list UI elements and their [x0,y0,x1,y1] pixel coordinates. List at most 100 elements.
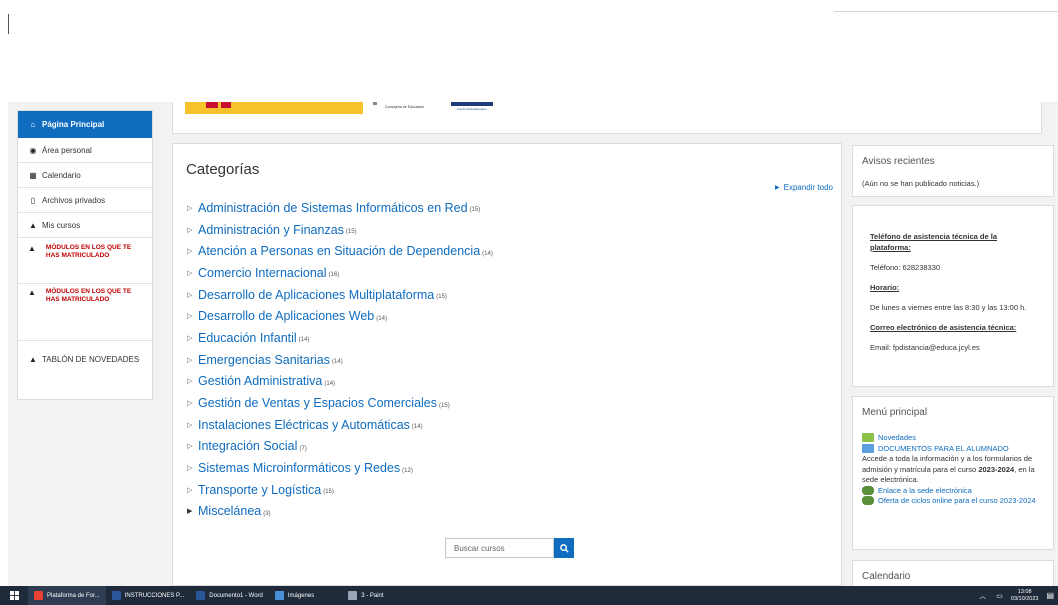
search-icon [559,543,569,553]
calendar-icon: ▦ [29,170,37,180]
network-icon[interactable]: ▭ [996,592,1003,600]
caret-right-icon[interactable]: ▷ [187,269,193,277]
caret-right-icon[interactable]: ▶ [187,507,193,515]
phone-heading: Teléfono de asistencia técnica de la pla… [870,232,997,252]
caret-right-icon[interactable]: ▷ [187,356,193,364]
category-link[interactable]: Administración de Sistemas Informáticos … [198,201,468,215]
sidebar-item-private-files[interactable]: ▯ Archivos privados [18,188,152,213]
category-link[interactable]: Comercio Internacional [198,266,327,280]
caret-right-icon[interactable]: ▷ [187,421,193,429]
app-icon [348,591,358,600]
taskbar-app[interactable]: 3 - Paint [342,586,389,605]
caret-right-icon[interactable]: ▷ [187,334,193,342]
sidebar-item-dashboard[interactable]: ◉ Área personal [18,138,152,163]
category-link[interactable]: Educación Infantil [198,331,297,345]
app-label: Documento1 - Word [209,592,263,599]
chevron-up-icon[interactable]: ︿ [979,591,986,601]
oferta-link[interactable]: Oferta de ciclos online para el curso 20… [878,496,1036,507]
category-link[interactable]: Transporte y Logística [198,483,321,497]
documentos-link[interactable]: DOCUMENTOS PARA EL ALUMNADO [878,444,1009,455]
home-icon: ⌂ [30,120,36,129]
sidebar-item-my-courses[interactable]: ▲ Mis cursos [18,213,152,238]
caret-right-icon[interactable]: ▷ [187,464,193,472]
spain-flag-icon [206,102,218,108]
sidebar-item-home[interactable]: ⌂ Página Principal [18,111,152,138]
sidebar-item-label: Área personal [42,145,92,155]
clock-time: 13:08 [1017,588,1032,595]
caret-right-icon[interactable]: ▷ [187,486,193,494]
windows-icon [9,591,19,600]
category-item[interactable]: ▷ Gestión de Ventas y Espacios Comerciale… [187,392,493,414]
expand-all-link[interactable]: ▶ Expandir todo [775,183,833,192]
category-item[interactable]: ▷ Desarrollo de Aplicaciones Multiplatafo… [187,284,493,306]
notifications-icon[interactable]: ▤ [1046,591,1054,600]
caret-right-icon[interactable]: ▷ [187,247,193,255]
category-item[interactable]: ▷ Integración Social (7) [187,436,493,458]
taskbar-app[interactable]: Plataforma de For... [28,586,106,605]
menu-item-sede[interactable]: Enlace a la sede electrónica [862,485,1044,497]
category-item[interactable]: ▷ Sistemas Microinformáticos y Redes (12) [187,457,493,479]
menu-item-oferta[interactable]: Oferta de ciclos online para el curso 20… [862,496,1044,507]
category-item[interactable]: ▷ Educación Infantil (14) [187,327,493,349]
block-title: Menú principal [862,407,928,418]
modules-label: MÓDULOS EN LOS QUE TE HAS MATRICULADO [45,288,132,303]
menu-item-novedades[interactable]: Novedades [862,433,1044,444]
menu-item-documentos[interactable]: DOCUMENTOS PARA EL ALUMNADO [862,443,1044,455]
no-news-text: (Aún no se han publicado noticias.) [862,179,980,188]
file-icon: ▯ [30,195,36,205]
category-link[interactable]: Desarrollo de Aplicaciones Multiplatafor… [198,288,434,302]
caret-right-icon[interactable]: ▷ [187,442,193,450]
taskbar-app[interactable]: Documento1 - Word [190,586,269,605]
taskbar-app[interactable]: INSTRUCCIONES P... [106,586,191,605]
category-link[interactable]: Miscelánea [198,504,261,518]
windows-taskbar: Plataforma de For... INSTRUCCIONES P... Do… [0,586,1058,605]
clock[interactable]: 13:08 03/10/2023 [1011,589,1039,603]
sede-link[interactable]: Enlace a la sede electrónica [878,486,972,497]
category-item[interactable]: ▷ Emergencias Sanitarias (14) [187,349,493,371]
caret-right-icon[interactable]: ▷ [187,377,193,385]
sidebar-item-modules[interactable]: ▲ MÓDULOS EN LOS QUE TE HAS MATRICULADO [18,238,152,284]
category-link[interactable]: Emergencias Sanitarias [198,353,330,367]
category-item[interactable]: ▷ Instalaciones Eléctricas y Automáticas(… [187,414,493,436]
category-item[interactable]: ▶ Miscelánea (3) [187,501,493,523]
search-button[interactable] [554,538,574,558]
category-link[interactable]: Sistemas Microinformáticos y Redes [198,461,400,475]
modules-label: MÓDULOS EN LOS QUE TE HAS MATRICULADO [45,244,132,259]
category-item[interactable]: ▷ Transporte y Logística (15) [187,479,493,501]
category-link[interactable]: Atención a Personas en Situación de Depe… [198,244,480,258]
category-item[interactable]: ▷ Administración y Finanzas (15) [187,219,493,241]
caret-right-icon: ▶ [775,185,780,191]
app-label: Plataforma de For... [47,592,100,599]
category-count: (14) [482,250,493,257]
category-item[interactable]: ▷ Administración de Sistemas Informáticos… [187,197,493,219]
category-link[interactable]: Administración y Finanzas [198,223,344,237]
caret-right-icon[interactable]: ▷ [187,204,193,212]
taskbar-app[interactable]: Imágenes [269,586,320,605]
sidebar-item-tablon[interactable]: ▲ TABLÓN DE NOVEDADES [18,341,152,377]
caret-right-icon[interactable]: ▷ [187,291,193,299]
graduation-cap-icon: ▲ [28,244,36,253]
caret-right-icon[interactable]: ▷ [187,312,193,320]
category-link[interactable]: Integración Social [198,439,297,453]
category-item[interactable]: ▷ Atención a Personas en Situación de Dep… [187,240,493,262]
category-count: (15) [345,229,357,236]
graduation-cap-icon: ▲ [28,288,36,297]
category-link[interactable]: Gestión de Ventas y Espacios Comerciales [198,396,437,410]
category-link[interactable]: Instalaciones Eléctricas y Automáticas [198,418,410,432]
app-icon [274,591,284,600]
category-item[interactable]: ▷ Comercio Internacional (16) [187,262,493,284]
novedades-link[interactable]: Novedades [878,433,916,444]
category-link[interactable]: Desarrollo de Aplicaciones Web [198,309,374,323]
category-item[interactable]: ▷ Gestión Administrativa (14) [187,371,493,393]
category-item[interactable]: ▷ Desarrollo de Aplicaciones Web (14) [187,305,493,327]
search-input[interactable] [445,538,554,558]
page-title: Categorías [186,161,260,178]
sidebar-item-calendar[interactable]: ▦ Calendario [18,163,152,188]
category-count: (15) [323,489,334,496]
start-button[interactable] [0,586,28,605]
caret-right-icon[interactable]: ▷ [187,399,193,407]
graduation-cap-icon: ▲ [29,220,37,230]
caret-right-icon[interactable]: ▷ [187,226,193,234]
sidebar-item-modules-2[interactable]: ▲ MÓDULOS EN LOS QUE TE HAS MATRICULADO [18,284,152,341]
category-link[interactable]: Gestión Administrativa [198,374,322,388]
